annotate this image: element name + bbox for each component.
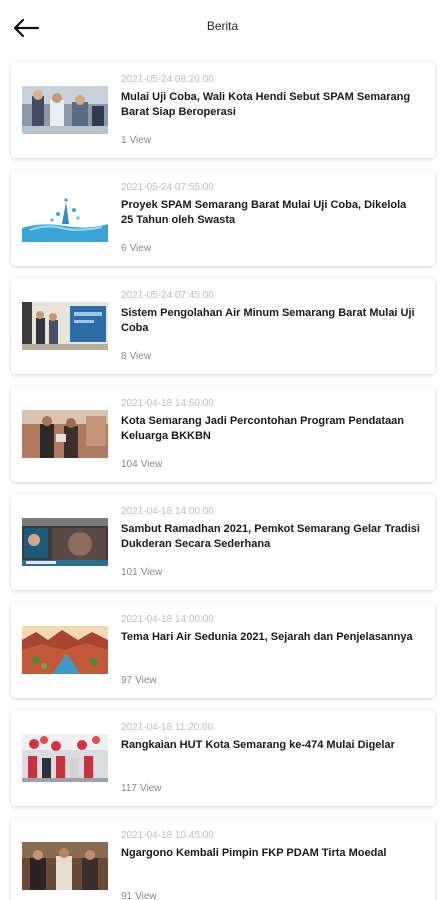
page-title: Berita [206,19,239,33]
news-date: 2021-04-18 14:00:00 [121,506,214,517]
news-title: Kota Semarang Jadi Percontohan Program P… [121,415,405,442]
news-card[interactable]: 2021-04-18 14:00:00 Sambut Ramadhan 2021… [11,494,435,590]
news-thumbnail [22,302,108,350]
news-thumbnail [22,518,108,566]
news-card[interactable]: 2021-04-18 14:50:00 Kota Semarang Jadi P… [11,386,435,482]
view-label: View [135,675,157,686]
news-date: 2021-04-18 14:00:00 [121,614,214,625]
news-title: Rangkaian HUT Kota Semarang ke-474 Mulai… [121,739,395,751]
news-thumbnail [22,194,108,242]
news-card[interactable]: 2021-04-18 14:00:00 Tema Hari Air Seduni… [11,602,435,698]
view-count: 1 [121,135,127,146]
news-thumbnail [22,86,108,134]
view-count: 91 [121,891,133,900]
news-thumbnail [22,626,108,674]
news-card[interactable]: 2021-05-24 07:45:00 Sistem Pengolahan Ai… [11,278,435,374]
news-thumbnail [22,842,108,890]
news-card[interactable]: 2021-04-18 11:20:00 Rangkaian HUT Kota S… [11,710,435,806]
view-count: 8 [121,351,127,362]
news-views: 117 View [121,783,161,794]
news-views: 1 View [121,135,151,146]
news-views: 101 View [121,567,162,578]
news-date: 2021-04-18 14:50:00 [121,398,214,409]
view-label: View [129,135,152,146]
news-views: 8 View [121,351,151,362]
top-app-bar: Berita [0,0,445,56]
news-date: 2021-05-24 07:55:00 [121,182,214,193]
news-views: 6 View [121,243,151,254]
news-card[interactable]: 2021-04-18 10:45:00 Ngargono Kembali Pim… [11,818,435,900]
view-label: View [129,243,152,254]
news-card[interactable]: 2021-05-24 07:55:00 Proyek SPAM Semarang… [11,170,435,266]
view-label: View [140,567,163,578]
news-thumbnail [22,410,108,458]
view-label: View [139,783,162,794]
news-date: 2021-04-18 10:45:00 [121,830,214,841]
view-count: 117 [121,783,137,794]
view-count: 101 [121,567,138,578]
news-views: 97 View [121,675,157,686]
news-title: Sistem Pengolahan Air Minum Semarang Bar… [121,307,415,334]
view-count: 97 [121,675,133,686]
news-title: Ngargono Kembali Pimpin FKP PDAM Tirta M… [121,847,387,859]
news-title: Tema Hari Air Sedunia 2021, Sejarah dan … [121,631,413,643]
view-count: 6 [121,243,127,254]
news-title: Sambut Ramadhan 2021, Pemkot Semarang Ge… [121,523,420,550]
view-count: 104 [121,459,138,470]
view-label: View [135,891,157,900]
news-date: 2021-05-24 08:20:00 [121,74,214,85]
news-card[interactable]: 2021-05-24 08:20:00 Mulai Uji Coba, Wali… [11,62,435,158]
news-date: 2021-04-18 11:20:00 [121,722,214,733]
news-title: Mulai Uji Coba, Wali Kota Hendi Sebut SP… [121,91,411,118]
news-views: 91 View [121,891,157,900]
news-list: 2021-05-24 08:20:00 Mulai Uji Coba, Wali… [11,62,435,900]
view-label: View [140,459,163,470]
view-label: View [129,351,152,362]
news-views: 104 View [121,459,162,470]
news-thumbnail [22,734,108,782]
news-title: Proyek SPAM Semarang Barat Mulai Uji Cob… [121,199,407,226]
news-date: 2021-05-24 07:45:00 [121,290,214,301]
app-screen: Berita 2021-05-24 08:20:00 Mulai Uji Cob… [0,0,445,900]
